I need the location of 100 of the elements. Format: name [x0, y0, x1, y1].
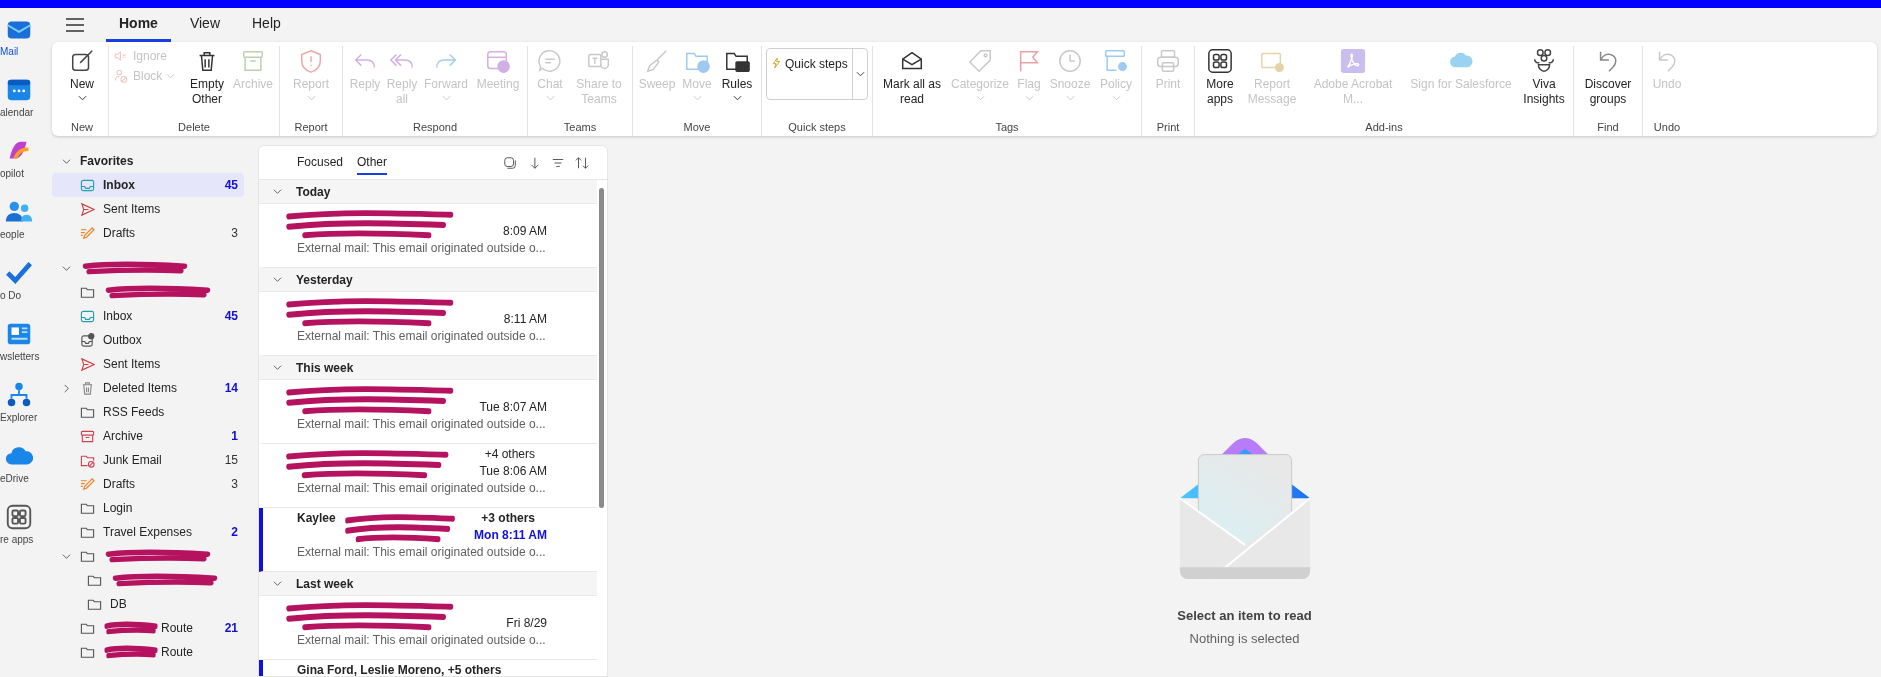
message-item[interactable]: +4 others Tue 8:06 AM External mail: This email originated outside o... [259, 444, 597, 508]
chevron-down-icon[interactable] [62, 552, 71, 561]
group-header: Yesterday [296, 272, 353, 287]
chevron-down-icon [975, 95, 985, 101]
ribbon-tab[interactable]: View [176, 8, 233, 42]
chevron-down-icon[interactable] [62, 264, 71, 273]
group-header: This week [296, 360, 354, 375]
printer-icon [1155, 48, 1181, 74]
chevron-down-icon [732, 95, 742, 101]
unread-count: 1 [231, 429, 238, 443]
group-label: Respond [411, 120, 458, 135]
empty-state-title: Select an item to read [1177, 608, 1312, 623]
folder-item[interactable]: Favorites [52, 149, 244, 173]
folder-item[interactable]: DB [52, 592, 244, 616]
app-nav-item[interactable]: eople [0, 197, 52, 241]
chevron-down-icon[interactable] [273, 275, 282, 284]
ribbon-tab[interactable]: Help [239, 8, 294, 42]
chevron-down-icon [1024, 95, 1034, 101]
message-preview: External mail: This email originated outside o... [297, 416, 547, 433]
ribbon-button[interactable]: New [60, 46, 104, 101]
folder-item[interactable]: Drafts 3 [52, 472, 244, 496]
shield-icon [298, 48, 324, 74]
chat-icon [537, 48, 563, 74]
message-time: Tue 8:06 AM [479, 463, 547, 478]
ribbon-button[interactable]: Rules [717, 46, 757, 101]
folder-item[interactable]: Login [52, 496, 244, 520]
folder-item[interactable]: Inbox 45 [52, 173, 244, 197]
folder-item[interactable]: Outbox [52, 328, 244, 352]
folder-item[interactable]: Sent Items [52, 197, 244, 221]
chevron-right-icon[interactable] [62, 384, 71, 393]
folder-item[interactable]: Sent Items [52, 352, 244, 376]
folder-item[interactable]: Drafts 3 [52, 221, 244, 245]
paper-plane-icon [80, 201, 95, 217]
paper-plane-icon [80, 356, 95, 372]
app-nav-item[interactable]: Explorer [0, 380, 52, 424]
message-item[interactable]: 8:11 AM External mail: This email originated outside o... [259, 292, 597, 356]
message-time: Tue 8:07 AM [479, 399, 547, 414]
app-nav-item[interactable]: re apps [0, 502, 52, 546]
calendar-icon [485, 48, 511, 74]
group-label: Report [293, 120, 329, 135]
ribbon-button[interactable]: Viva Insights [1519, 46, 1569, 107]
message-time: 8:09 AM [502, 223, 547, 238]
chevron-down-icon[interactable] [273, 579, 282, 588]
message-time: Fri 8/29 [506, 615, 547, 630]
group-label: Delete [177, 120, 211, 135]
ribbon-button[interactable]: Discover groups [1578, 46, 1638, 107]
app-nav-item[interactable]: eDrive [0, 441, 52, 485]
quick-steps-gallery[interactable]: Quick steps [766, 48, 868, 100]
inbox-tab[interactable]: Other [357, 150, 388, 175]
app-nav-item[interactable]: wsletters [0, 319, 52, 363]
message-preview: External mail: This email originated outside o... [297, 240, 547, 257]
folder-item[interactable]: Archive 1 [52, 424, 244, 448]
group-label: Tags [994, 120, 1020, 135]
unread-count: 21 [224, 621, 238, 635]
chevron-down-icon [306, 95, 316, 101]
message-item[interactable]: Gina Ford, Leslie Moreno, +5 others [259, 660, 597, 676]
message-time: 8:11 AM [503, 311, 547, 326]
folder-item[interactable]: Travel Expenses 2 [52, 520, 244, 544]
chevron-down-icon[interactable] [273, 187, 282, 196]
menu-icon[interactable] [66, 18, 84, 32]
ribbon-button[interactable]: More apps [1199, 46, 1241, 107]
app-nav-item[interactable]: o Do [0, 258, 52, 302]
chevron-down-icon [545, 95, 555, 101]
folder-item[interactable]: Route [52, 640, 244, 664]
sort-icon[interactable] [575, 155, 589, 170]
app-nav-item[interactable]: alendar [0, 75, 52, 119]
inbox-tab[interactable]: Focused [297, 150, 344, 175]
app-nav-item[interactable]: opilot [0, 136, 52, 180]
message-item[interactable]: 8:09 AM External mail: This email originated outside o... [259, 204, 597, 268]
message-time: Mon 8:11 AM [474, 527, 547, 542]
archive-box-icon [80, 428, 95, 444]
inbox-icon [80, 308, 95, 324]
folder-item[interactable]: Deleted Items 14 [52, 376, 244, 400]
unread-count: 14 [224, 381, 238, 395]
empty-state-subtitle: Nothing is selected [1189, 631, 1300, 646]
chevron-down-icon[interactable] [273, 363, 282, 372]
unread-count: 45 [224, 309, 238, 323]
folder-item[interactable]: RSS Feeds [52, 400, 244, 424]
chevron-down-icon [166, 73, 176, 79]
ribbon-button[interactable]: Mark all as read [877, 46, 947, 107]
apps-grid-icon [1207, 48, 1233, 74]
gallery-label: Quick steps [785, 57, 848, 71]
broom-icon [644, 48, 670, 74]
trash-icon [80, 380, 95, 396]
chevron-down-icon [1065, 95, 1075, 101]
inbox-icon [80, 177, 95, 193]
pdf-icon [1340, 48, 1366, 74]
message-item[interactable]: Fri 8/29 External mail: This email originated outside o... [259, 596, 597, 660]
message-item[interactable]: Tue 8:07 AM External mail: This email originated outside o... [259, 380, 597, 444]
chevron-down-icon [77, 95, 87, 101]
chevron-down-icon[interactable] [62, 157, 71, 166]
ribbon-button[interactable]: Empty Other [185, 46, 229, 107]
folder-item[interactable]: Route 21 [52, 616, 244, 640]
chevron-down-icon [1111, 95, 1121, 101]
clock-icon [1057, 48, 1083, 74]
select-icon[interactable] [503, 155, 517, 170]
folder-item[interactable]: Junk Email 15 [52, 448, 244, 472]
folder-item[interactable]: Inbox 45 [52, 304, 244, 328]
app-nav-item[interactable]: Mail [0, 14, 52, 58]
message-preview: External mail: This email originated outside o... [297, 480, 547, 497]
